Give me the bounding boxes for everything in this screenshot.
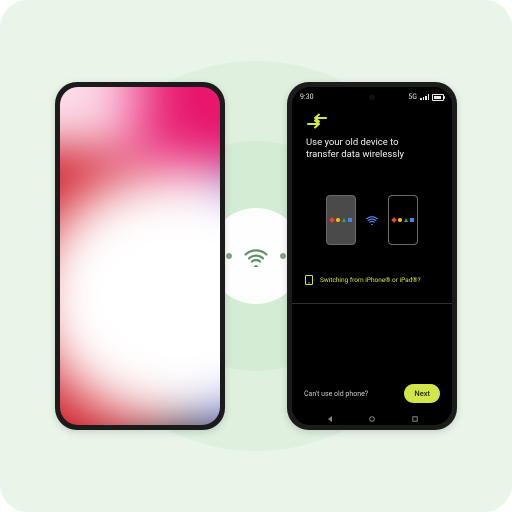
shape-triangle-icon <box>404 218 408 222</box>
shape-circle-icon <box>398 218 402 222</box>
setup-headline: Use your old device to transfer data wir… <box>292 137 452 161</box>
device-ipad-icon <box>304 275 314 285</box>
shape-square-icon <box>410 218 414 222</box>
shape-square-icon <box>348 218 352 222</box>
camera-punch-hole <box>369 94 375 100</box>
nav-home-icon[interactable] <box>367 416 377 422</box>
signal-icon <box>420 94 429 100</box>
divider <box>292 303 452 304</box>
switch-from-iphone-label: Switching from iPhone® or iPad®? <box>320 276 421 284</box>
system-nav-bar <box>292 415 452 425</box>
wifi-icon <box>244 245 268 267</box>
nav-back-icon[interactable] <box>325 416 335 422</box>
target-phone-screen: 9:30 5G <box>292 87 452 425</box>
migrate-icon <box>306 113 452 129</box>
pulse-dot <box>280 253 286 259</box>
shape-diamond-icon <box>391 217 397 223</box>
switch-from-iphone-link[interactable]: Switching from iPhone® or iPad®? <box>304 275 440 285</box>
status-network-label: 5G <box>408 93 417 101</box>
shape-circle-icon <box>336 218 340 222</box>
ios-wallpaper <box>60 87 220 425</box>
mini-phone-source <box>326 195 356 245</box>
cant-use-old-phone-link[interactable]: Can't use old phone? <box>304 390 368 398</box>
source-phone-frame <box>55 82 225 430</box>
wifi-icon <box>366 215 378 225</box>
mini-phone-target <box>388 195 418 245</box>
source-phone-screen <box>60 87 220 425</box>
headline-line-2: transfer data wirelessly <box>306 149 438 161</box>
battery-icon <box>432 94 444 101</box>
shape-triangle-icon <box>342 218 346 222</box>
footer-row: Can't use old phone? Next <box>292 374 452 415</box>
illustration-stage: 9:30 5G <box>0 0 512 512</box>
pulse-dot <box>226 253 232 259</box>
next-button[interactable]: Next <box>404 384 440 403</box>
mini-phones-illustration <box>292 195 452 245</box>
shape-diamond-icon <box>329 217 335 223</box>
target-phone-frame: 9:30 5G <box>287 82 457 430</box>
nav-recents-icon[interactable] <box>410 416 420 422</box>
status-time: 9:30 <box>300 93 314 101</box>
headline-line-1: Use your old device to <box>306 137 438 149</box>
